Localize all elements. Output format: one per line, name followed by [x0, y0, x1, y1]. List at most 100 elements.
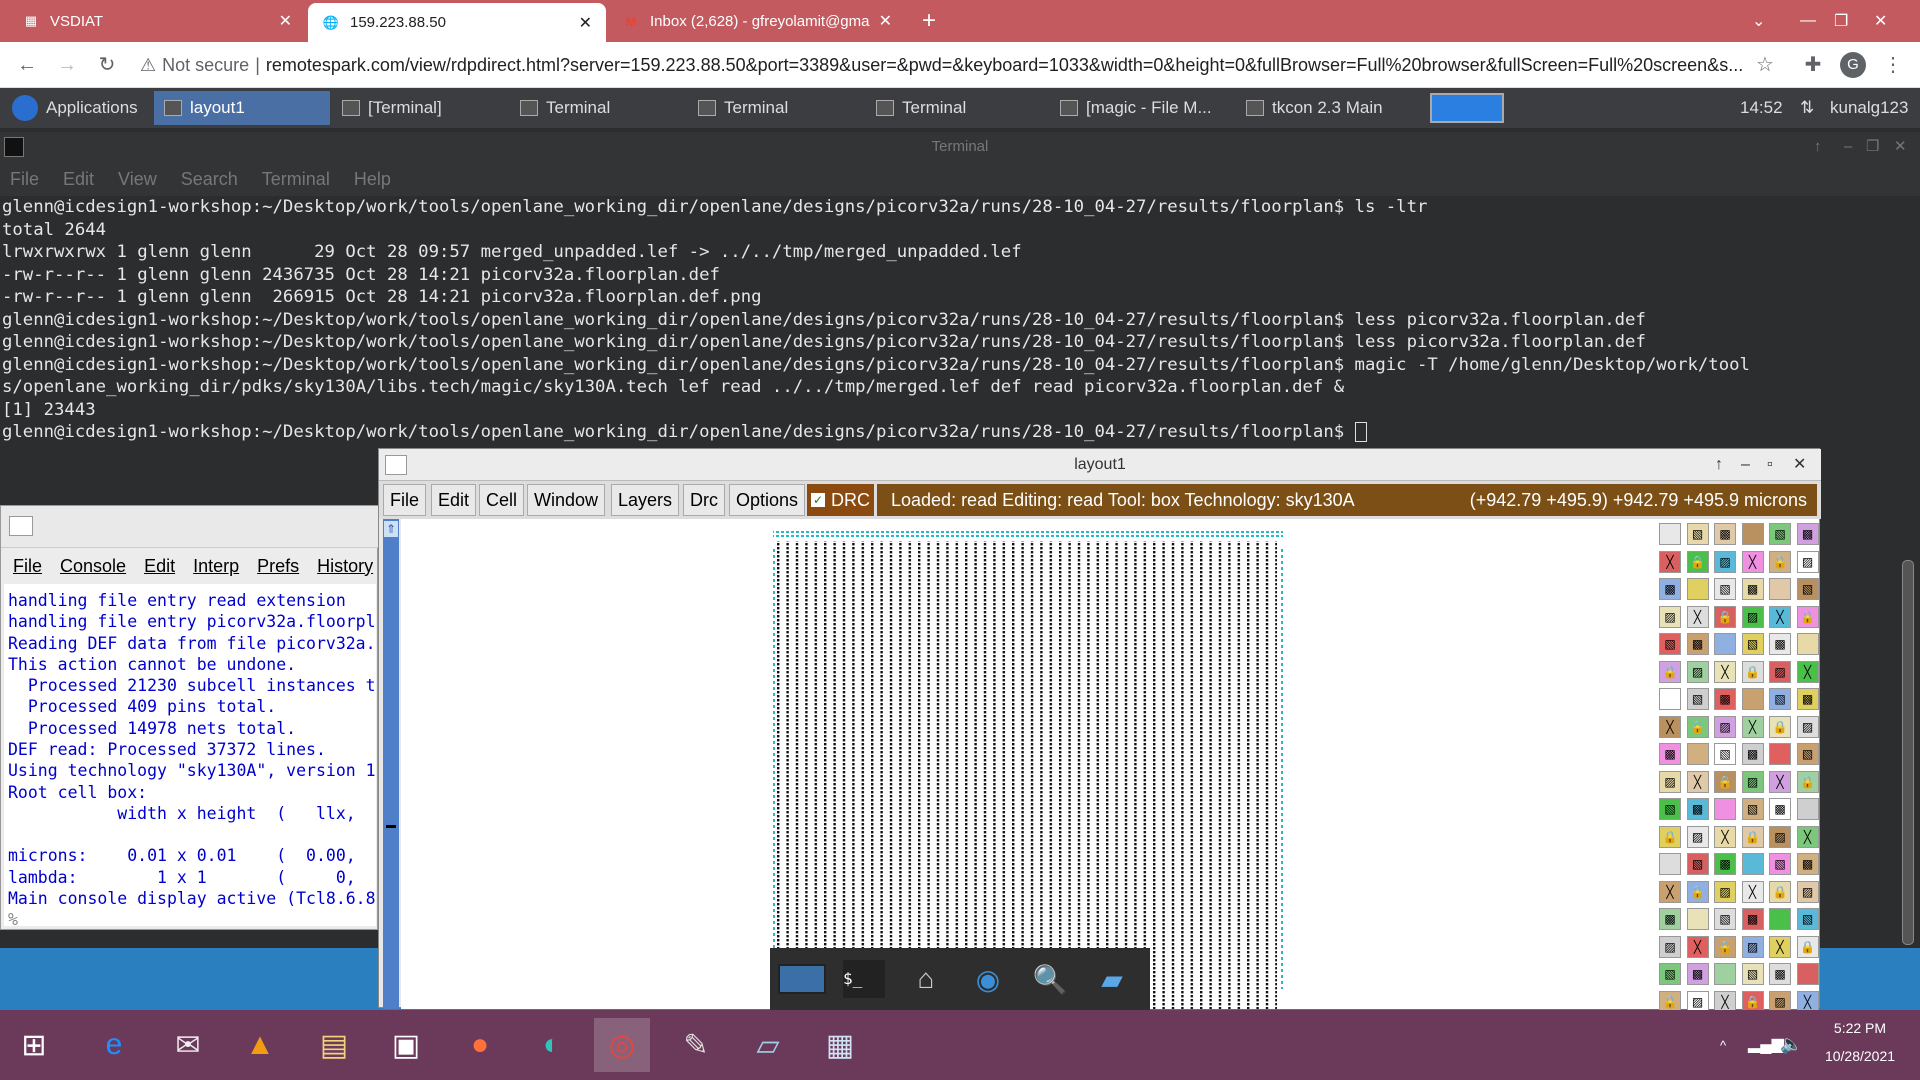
magic-menu-layers[interactable]: Layers — [611, 484, 680, 516]
workspace-switcher[interactable] — [1430, 93, 1504, 123]
layer-swatch[interactable]: 🔒 — [1769, 880, 1791, 903]
layer-swatch[interactable]: ╳ — [1659, 550, 1681, 573]
network-icon[interactable]: ▂▄▆ — [1748, 1034, 1784, 1054]
tk-menu-prefs[interactable]: Prefs — [257, 556, 299, 577]
layer-swatch[interactable]: ▩ — [1769, 798, 1791, 820]
task-file-manager[interactable]: [magic - File M... — [1050, 91, 1240, 125]
search-icon[interactable]: 🔍 — [1024, 956, 1076, 1002]
thunderbird-icon[interactable]: ✉ — [160, 1018, 216, 1072]
scroll-thumb[interactable] — [386, 825, 396, 828]
layer-swatch[interactable]: ▨ — [1659, 605, 1681, 628]
magic-menu-options[interactable]: Options — [729, 484, 806, 516]
layer-swatch[interactable]: ▩ — [1714, 853, 1736, 875]
phone-link-icon[interactable]: ▣ — [378, 1018, 434, 1072]
terminal-up-icon[interactable]: ↑ — [1814, 132, 1822, 162]
task-tkcon[interactable]: tkcon 2.3 Main — [1236, 91, 1422, 125]
magic-maximize-icon[interactable]: ▫ — [1767, 449, 1773, 481]
layer-swatch[interactable]: ▩ — [1741, 578, 1764, 600]
layer-swatch[interactable]: 🔒 — [1769, 550, 1791, 573]
terminal-minimize-icon[interactable]: – — [1844, 132, 1852, 162]
layer-swatch[interactable]: ▧ — [1741, 633, 1764, 655]
layer-swatch[interactable]: 🔒 — [1796, 770, 1819, 793]
layer-swatch[interactable]: ▨ — [1769, 660, 1791, 683]
magic-menu-window[interactable]: Window — [527, 484, 606, 516]
magic-left-scrollbar[interactable]: ⇑ — [383, 519, 399, 1009]
layer-swatch[interactable]: ▩ — [1741, 908, 1764, 930]
layer-swatch[interactable]: ▨ — [1686, 660, 1709, 683]
layer-swatch[interactable] — [1769, 578, 1791, 600]
reload-icon[interactable]: ↻ — [94, 52, 120, 78]
layer-swatch[interactable]: ▧ — [1741, 798, 1764, 820]
layer-swatch[interactable]: ▨ — [1741, 605, 1764, 628]
layer-swatch[interactable] — [1769, 908, 1791, 930]
taskbar-clock[interactable]: 5:22 PM 10/28/2021 — [1810, 1014, 1910, 1070]
layer-swatch[interactable]: ▨ — [1796, 880, 1819, 903]
layer-swatch[interactable] — [1714, 798, 1736, 820]
layer-swatch[interactable]: 🔒 — [1741, 825, 1764, 848]
layer-swatch[interactable] — [1741, 853, 1764, 875]
layer-swatch[interactable] — [1659, 853, 1681, 875]
paint-icon[interactable]: ✎ — [668, 1018, 724, 1072]
tab-remote-session[interactable]: 🌐 159.223.88.50 ✕ — [308, 3, 606, 42]
url-field[interactable]: ⚠ Not secure | remotespark.com/view/rdpd… — [140, 50, 1780, 80]
layer-swatch[interactable]: 🔒 — [1686, 715, 1709, 738]
task-terminal-2[interactable]: Terminal — [510, 91, 686, 125]
layer-swatch[interactable] — [1714, 963, 1736, 985]
magic-menu-drc[interactable]: Drc — [683, 484, 725, 516]
layer-swatch[interactable]: 🔒 — [1659, 660, 1681, 683]
layer-swatch[interactable]: ▧ — [1714, 743, 1736, 765]
tab-search-icon[interactable]: ⌄ — [1752, 0, 1765, 42]
tk-menu-history[interactable]: History — [317, 556, 373, 577]
layer-swatch[interactable]: ╳ — [1741, 880, 1764, 903]
layer-swatch[interactable]: ▩ — [1659, 578, 1681, 600]
layer-swatch[interactable]: 🔒 — [1714, 770, 1736, 793]
layer-swatch[interactable]: ▨ — [1714, 715, 1736, 738]
layout-canvas[interactable] — [401, 519, 1651, 1009]
tab-inbox[interactable]: M Inbox (2,628) - gfreyolamit@gma ✕ — [608, 0, 906, 42]
layer-swatch[interactable]: ▩ — [1686, 798, 1709, 820]
drc-toggle[interactable]: ✓ DRC — [807, 484, 874, 516]
layer-swatch[interactable]: ▧ — [1686, 523, 1709, 545]
magic-menu-edit[interactable]: Edit — [431, 484, 477, 516]
layer-swatch[interactable]: ▧ — [1769, 853, 1791, 875]
notes-icon[interactable]: ▱ — [740, 1018, 796, 1072]
layer-swatch[interactable]: 🔒 — [1714, 605, 1736, 628]
layer-swatch[interactable]: 🔒 — [1796, 935, 1819, 958]
show-desktop-icon[interactable] — [776, 956, 828, 1002]
layer-swatch[interactable]: ▨ — [1741, 935, 1764, 958]
magic-up-icon[interactable]: ↑ — [1715, 449, 1723, 481]
layer-swatch[interactable]: ▧ — [1796, 908, 1819, 930]
web-browser-icon[interactable]: ◉ — [962, 956, 1014, 1002]
layer-swatch[interactable]: ╳ — [1741, 715, 1764, 738]
layer-swatch[interactable]: ╳ — [1796, 825, 1819, 848]
forward-icon[interactable]: → — [54, 52, 80, 78]
layer-swatch[interactable]: ▨ — [1714, 880, 1736, 903]
layer-swatch[interactable]: ╳ — [1769, 935, 1791, 958]
vlc-icon[interactable]: ▲ — [232, 1018, 288, 1072]
close-tab-icon[interactable]: ✕ — [579, 13, 592, 33]
menu-view[interactable]: View — [118, 169, 157, 190]
layer-swatch[interactable] — [1796, 963, 1819, 985]
layer-swatch[interactable] — [1714, 633, 1736, 655]
layer-swatch[interactable]: ╳ — [1714, 825, 1736, 848]
menu-edit[interactable]: Edit — [63, 169, 94, 190]
layer-swatch[interactable]: ▨ — [1796, 550, 1819, 573]
layer-swatch[interactable]: ╳ — [1796, 660, 1819, 683]
tab-vsdiat[interactable]: ▦ VSDIAT ✕ — [8, 0, 306, 42]
layer-swatch[interactable]: ╳ — [1659, 880, 1681, 903]
layer-swatch[interactable]: ▨ — [1714, 550, 1736, 573]
layer-swatch[interactable]: ▨ — [1796, 715, 1819, 738]
terminal-close-icon[interactable]: ✕ — [1894, 132, 1907, 162]
layer-swatch[interactable]: ▧ — [1659, 633, 1681, 655]
scroll-up-arrow-icon[interactable]: ⇑ — [384, 521, 398, 537]
layer-swatch[interactable]: ▩ — [1796, 853, 1819, 875]
layer-swatch[interactable]: ▨ — [1769, 825, 1791, 848]
menu-file[interactable]: File — [10, 169, 39, 190]
layer-swatch[interactable]: ▧ — [1659, 798, 1681, 820]
layer-swatch[interactable]: ▩ — [1714, 688, 1736, 710]
tk-menu-console[interactable]: Console — [60, 556, 126, 577]
tray-chevron-icon[interactable]: ^ — [1720, 1038, 1726, 1053]
layer-swatch[interactable]: ▩ — [1741, 743, 1764, 765]
layer-swatch[interactable]: 🔒 — [1714, 935, 1736, 958]
home-folder-icon[interactable]: ⌂ — [900, 956, 952, 1002]
